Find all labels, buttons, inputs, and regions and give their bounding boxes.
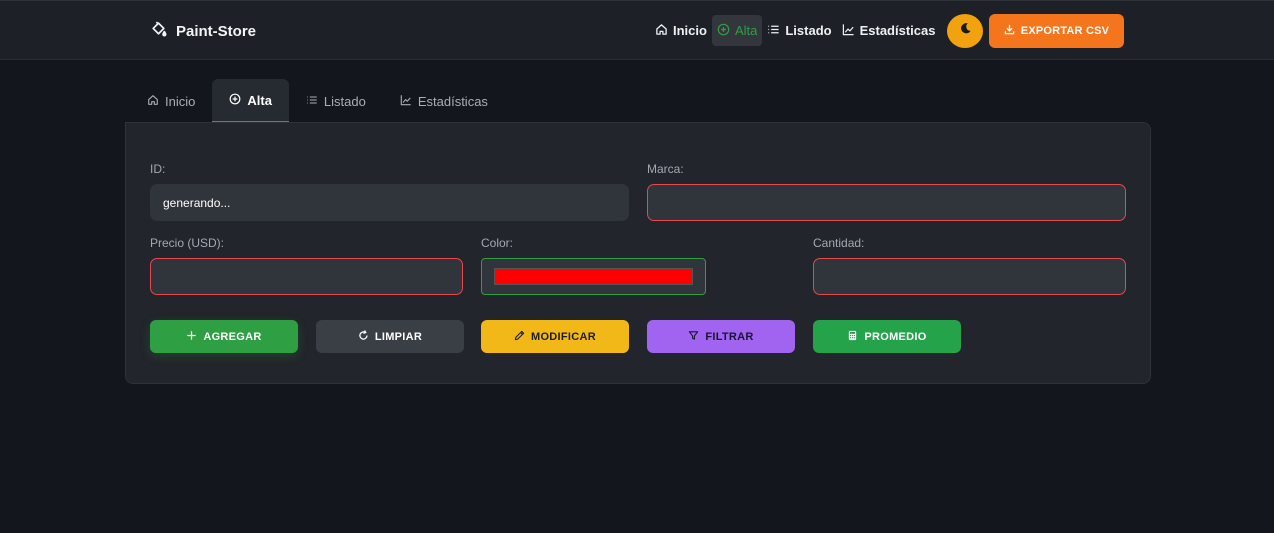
id-value: generando... xyxy=(163,195,231,210)
nav-item-listado[interactable]: Listado xyxy=(762,15,836,46)
agregar-label: AGREGAR xyxy=(203,330,262,343)
limpiar-label: LIMPIAR xyxy=(374,330,423,343)
promedio-button[interactable]: PROMEDIO xyxy=(813,320,961,353)
download-icon xyxy=(1004,24,1015,38)
filtrar-label: FILTRAR xyxy=(705,330,754,343)
theme-toggle-button[interactable] xyxy=(947,14,983,48)
plus-circle-icon xyxy=(229,93,241,108)
filter-icon xyxy=(688,330,699,344)
export-csv-label: EXPORTAR CSV xyxy=(1020,25,1110,37)
top-nav: Inicio Alta Listado Estadísticas xyxy=(650,15,940,46)
precio-label: Precio (USD): xyxy=(150,236,225,250)
promedio-label: PROMEDIO xyxy=(864,330,927,343)
export-csv-button[interactable]: EXPORTAR CSV xyxy=(989,14,1124,48)
color-label: Color: xyxy=(481,236,514,250)
color-picker[interactable] xyxy=(481,258,706,295)
cantidad-input[interactable] xyxy=(813,258,1126,295)
id-field: generando... xyxy=(150,184,629,221)
nav-item-alta[interactable]: Alta xyxy=(711,15,763,46)
tab-inicio[interactable]: Inicio xyxy=(130,79,212,123)
tab-label: Estadísticas xyxy=(417,93,488,109)
nav-item-label: Estadísticas xyxy=(859,23,936,38)
refresh-icon xyxy=(358,329,369,344)
cantidad-label: Cantidad: xyxy=(813,236,865,250)
plus-icon xyxy=(186,330,197,344)
section-tabs: Inicio Alta Listado Estadísticas xyxy=(130,79,505,123)
modificar-button[interactable]: MODIFICAR xyxy=(481,320,629,353)
home-icon xyxy=(147,94,159,109)
chart-line-icon xyxy=(842,23,855,39)
brand[interactable]: Paint-Store xyxy=(150,19,256,43)
modificar-label: MODIFICAR xyxy=(530,330,597,343)
list-icon xyxy=(306,94,318,109)
limpiar-button[interactable]: LIMPIAR xyxy=(316,320,464,353)
plus-circle-icon xyxy=(717,23,730,39)
nav-item-estadisticas[interactable]: Estadísticas xyxy=(837,15,941,46)
agregar-button[interactable]: AGREGAR xyxy=(150,320,298,353)
pencil-icon xyxy=(514,330,525,344)
id-label: ID: xyxy=(150,162,166,176)
tab-label: Listado xyxy=(323,93,366,109)
home-icon xyxy=(655,23,668,39)
tab-label: Inicio xyxy=(165,93,196,109)
calculator-icon xyxy=(847,330,858,344)
tab-label: Alta xyxy=(247,92,272,108)
tab-listado[interactable]: Listado xyxy=(289,79,383,123)
alta-form-card: ID: generando... Marca: Precio (USD): Co… xyxy=(125,122,1151,384)
precio-input[interactable] xyxy=(150,258,463,295)
brand-name: Paint-Store xyxy=(176,22,257,40)
color-swatch xyxy=(494,268,693,285)
nav-item-label: Listado xyxy=(785,23,832,38)
nav-item-label: Inicio xyxy=(673,23,707,38)
marca-label: Marca: xyxy=(647,162,684,176)
moon-icon xyxy=(959,22,972,40)
top-navbar: Paint-Store Inicio Alta Listado Estadíst… xyxy=(0,0,1274,60)
nav-item-label: Alta xyxy=(734,23,758,38)
marca-input[interactable] xyxy=(647,184,1126,221)
tab-estadisticas[interactable]: Estadísticas xyxy=(383,79,505,123)
filtrar-button[interactable]: FILTRAR xyxy=(647,320,795,353)
chart-line-icon xyxy=(400,94,412,109)
tab-alta[interactable]: Alta xyxy=(212,79,289,123)
nav-item-inicio[interactable]: Inicio xyxy=(650,15,712,46)
paint-bucket-icon xyxy=(150,20,167,42)
list-icon xyxy=(767,23,780,39)
